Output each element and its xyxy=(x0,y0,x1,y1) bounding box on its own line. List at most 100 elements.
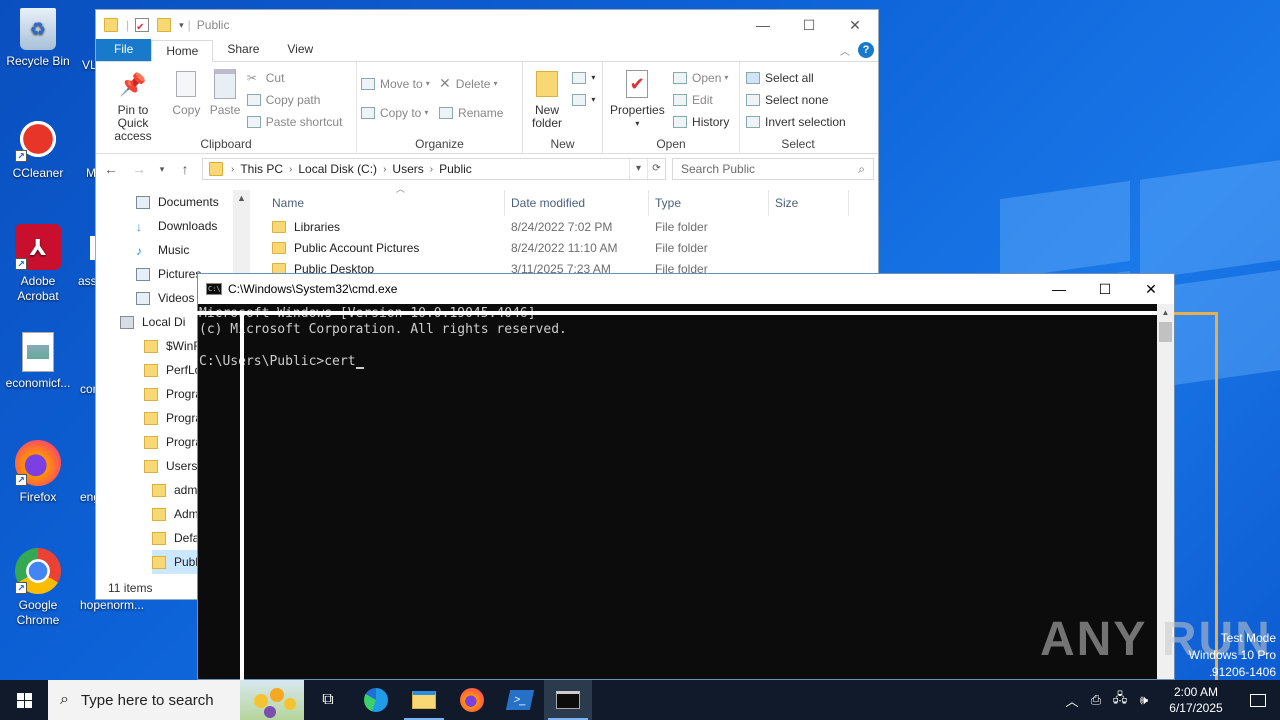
desktop-icon-adobe-acrobat[interactable]: ⅄ ↗ Adobe Acrobat xyxy=(0,224,76,304)
back-button[interactable]: ← xyxy=(100,161,122,177)
downloads-icon: ↓ xyxy=(136,219,142,234)
ribbon-group-clipboard: 📌 Pin to Quick access Copy Paste ✂ Cut Co… xyxy=(96,62,357,154)
cmd-titlebar[interactable]: C:\ C:\Windows\System32\cmd.exe — ☐ ✕ xyxy=(198,274,1174,304)
copy-to-button[interactable]: Copy to ▾ xyxy=(361,103,430,122)
folder-icon xyxy=(144,435,158,449)
device-icon[interactable]: ⎙ xyxy=(1084,692,1108,708)
desktop-icon-ccleaner[interactable]: ↗ CCleaner xyxy=(0,116,76,181)
properties-icon[interactable]: ✔ xyxy=(135,18,150,33)
scroll-up-icon[interactable]: ▲ xyxy=(233,190,250,203)
help-icon[interactable]: ? xyxy=(858,42,874,58)
customize-qat-icon[interactable]: ▾ xyxy=(179,20,184,31)
desktop-icon-recycle-bin[interactable]: ♻ Recycle Bin xyxy=(0,8,76,69)
up-button[interactable]: ↑ xyxy=(174,161,196,177)
scroll-up-icon[interactable]: ▲ xyxy=(1157,304,1174,321)
chevron-up-icon[interactable]: ︿ xyxy=(1060,691,1084,710)
task-view-button[interactable]: ⧉ xyxy=(304,680,352,720)
table-row[interactable]: Public Account Pictures 8/24/2022 11:10 … xyxy=(250,237,878,258)
move-to-button[interactable]: Move to ▾ xyxy=(361,74,430,93)
selection-overlay xyxy=(197,311,1157,315)
column-name[interactable]: Name xyxy=(250,190,505,216)
desktop-icon-firefox[interactable]: ↗ Firefox xyxy=(0,440,76,505)
forward-button[interactable]: → xyxy=(128,161,150,177)
maximize-button[interactable]: ☐ xyxy=(1082,274,1128,304)
desktop-icon-label-partial[interactable]: hopenorm... xyxy=(80,598,144,612)
desktop-icon-label-partial[interactable]: ass xyxy=(78,274,97,288)
tab-view[interactable]: View xyxy=(273,39,327,61)
rename-button[interactable]: Rename xyxy=(439,103,503,122)
column-date-modified[interactable]: Date modified xyxy=(505,190,649,216)
folder-icon xyxy=(152,531,166,545)
tab-file[interactable]: File xyxy=(96,39,152,61)
breadcrumb-users[interactable]: Users xyxy=(392,162,423,176)
paste-shortcut-button[interactable]: Paste shortcut xyxy=(246,112,342,131)
desktop-icon-google-chrome[interactable]: ↗ Google Chrome xyxy=(0,548,76,628)
open-icon xyxy=(673,71,688,84)
edge-button[interactable] xyxy=(352,680,400,720)
tab-home[interactable]: Home xyxy=(151,40,214,62)
pin-quick-access-button[interactable]: 📌 Pin to Quick access xyxy=(100,66,166,145)
volume-icon[interactable]: 🕪 xyxy=(1132,692,1156,708)
ribbon: 📌 Pin to Quick access Copy Paste ✂ Cut Co… xyxy=(96,62,878,154)
group-label: Organize xyxy=(415,137,464,151)
divider: | xyxy=(126,18,130,32)
cut-button[interactable]: ✂ Cut xyxy=(247,68,343,87)
powershell-button[interactable]: >_ xyxy=(496,680,544,720)
clock[interactable]: 2:00 AM 6/17/2025 xyxy=(1156,684,1236,716)
copy-path-button[interactable]: Copy path xyxy=(246,90,343,109)
breadcrumb-public[interactable]: Public xyxy=(439,162,472,176)
new-item-icon[interactable]: ▾ xyxy=(572,68,595,87)
new-folder-icon[interactable] xyxy=(157,18,172,32)
cmd-window[interactable]: C:\ C:\Windows\System32\cmd.exe — ☐ ✕ Mi… xyxy=(197,273,1175,680)
console-line: (c) Microsoft Corporation. All rights re… xyxy=(199,322,567,337)
address-bar[interactable]: › This PC › Local Disk (C:) › Users › Pu… xyxy=(202,158,666,180)
network-icon[interactable]: 🖧 xyxy=(1108,689,1132,711)
search-icon: ⌕ xyxy=(858,161,865,176)
firefox-button[interactable] xyxy=(448,680,496,720)
select-none-icon xyxy=(746,93,760,106)
minimize-button[interactable]: — xyxy=(740,10,786,40)
minimize-button[interactable]: — xyxy=(1036,274,1082,304)
explorer-titlebar[interactable]: | ✔ ▾ | Public — ☐ ✕ xyxy=(96,10,878,40)
desktop-icon-label: Recycle Bin xyxy=(6,54,70,68)
properties-button[interactable]: ✔ Properties ▾ xyxy=(607,66,668,132)
recent-locations-button[interactable]: ▾ xyxy=(156,164,168,175)
breadcrumb-this-pc[interactable]: This PC xyxy=(240,162,283,176)
file-explorer-button[interactable] xyxy=(400,680,448,720)
history-button[interactable]: History xyxy=(673,112,729,131)
delete-button[interactable]: ✕ Delete ▾ xyxy=(439,74,503,93)
taskbar-search-box[interactable]: ⌕ Type here to search xyxy=(48,680,240,720)
search-input[interactable]: Search Public ⌕ xyxy=(672,158,874,180)
easy-access-icon[interactable]: ▾ xyxy=(572,90,595,109)
breadcrumb-local-disk[interactable]: Local Disk (C:) xyxy=(298,162,377,176)
new-folder-button[interactable]: New folder xyxy=(527,66,567,132)
desktop-icon-economicf[interactable]: economicf... xyxy=(0,332,76,391)
open-button[interactable]: Open ▾ xyxy=(673,68,729,87)
copy-button[interactable]: Copy xyxy=(169,66,203,119)
close-button[interactable]: ✕ xyxy=(832,10,878,40)
properties-check-icon: ✔ xyxy=(623,68,651,100)
edit-button[interactable]: Edit xyxy=(673,90,729,109)
select-all-button[interactable]: Select all xyxy=(746,68,846,87)
notifications-button[interactable] xyxy=(1236,680,1280,720)
column-size[interactable]: Size xyxy=(769,190,849,216)
column-type[interactable]: Type xyxy=(649,190,769,216)
address-dropdown-icon[interactable]: ▾ xyxy=(629,159,647,179)
chevron-right-icon: › xyxy=(383,163,387,175)
collapse-ribbon-icon[interactable]: ︿ xyxy=(840,43,850,58)
refresh-icon[interactable]: ⟳ xyxy=(647,159,665,179)
move-to-icon xyxy=(361,77,375,90)
table-row[interactable]: Libraries 8/24/2022 7:02 PM File folder xyxy=(250,216,878,237)
close-button[interactable]: ✕ xyxy=(1128,274,1174,304)
cmd-taskbar-button[interactable] xyxy=(544,680,592,720)
start-button[interactable] xyxy=(0,680,48,720)
invert-selection-button[interactable]: Invert selection xyxy=(746,112,846,131)
text-cursor xyxy=(355,367,364,369)
scrollbar-thumb[interactable] xyxy=(1159,322,1172,342)
maximize-button[interactable]: ☐ xyxy=(786,10,832,40)
console-output[interactable]: Microsoft Windows [Version 10.0.19045.40… xyxy=(198,304,1157,679)
select-none-button[interactable]: Select none xyxy=(746,90,846,109)
paste-button[interactable]: Paste xyxy=(207,66,244,119)
console-prompt-line[interactable]: C:\Users\Public>cert xyxy=(199,354,1157,370)
tab-share[interactable]: Share xyxy=(213,39,273,61)
